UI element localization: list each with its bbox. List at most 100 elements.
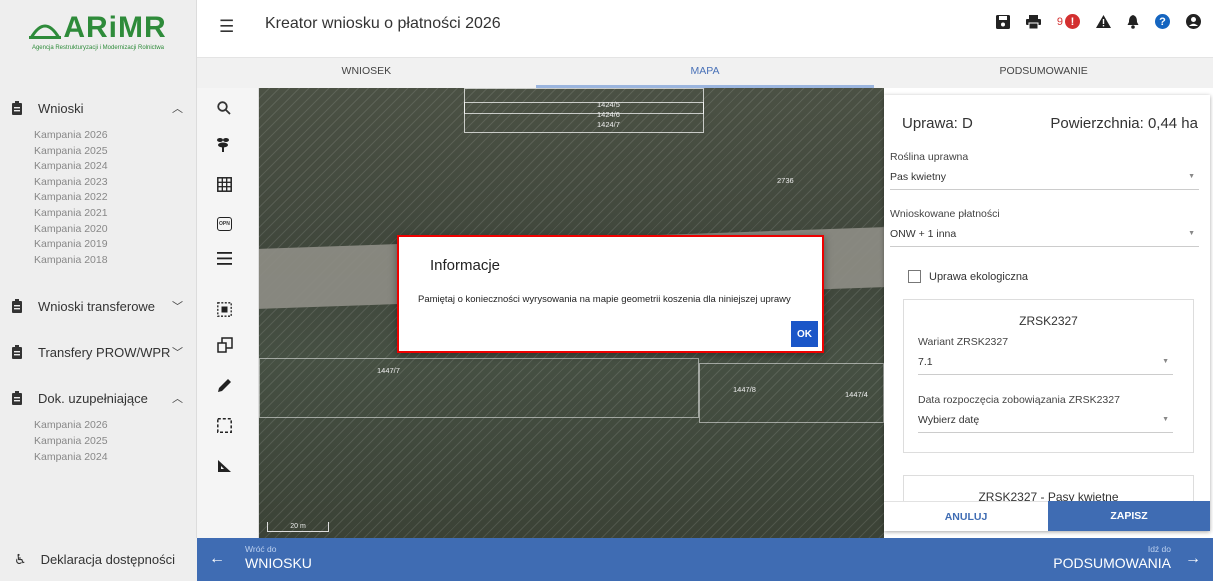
ruler-icon[interactable]	[197, 452, 259, 480]
map-parcel	[259, 358, 699, 418]
chevron-down-icon: ﹀	[172, 347, 183, 360]
data-field[interactable]: Data rozpoczęcia zobowiązania ZRSK2327 W…	[918, 394, 1173, 433]
dialog-title: Informacje	[430, 257, 501, 274]
sidebar-item-label: Transfery PROW/WPR	[38, 344, 171, 360]
bottom-nav: ← Wróć do WNIOSKU Idź do PODSUMOWANIA →	[197, 538, 1213, 581]
list-item[interactable]: Kampania 2022	[34, 190, 197, 206]
tab-mapa[interactable]: MAPA	[535, 58, 875, 88]
tab-wniosek[interactable]: WNIOSEK	[197, 58, 536, 88]
chevron-down-icon: ▼	[1162, 416, 1169, 423]
sidebar-item-label: Wnioski transferowe	[38, 298, 156, 314]
wariant-select[interactable]: 7.1 ▼	[918, 356, 1173, 375]
menu-icon[interactable]: ☰	[219, 17, 234, 37]
notification-counter[interactable]: 9 !	[1057, 14, 1080, 29]
parcel-label: 2736	[777, 176, 794, 185]
bell-icon[interactable]	[1127, 14, 1139, 29]
data-placeholder: Wybierz datę	[918, 414, 980, 426]
sidebar-item-wnioski[interactable]: Wnioski ︿	[0, 88, 197, 128]
user-icon[interactable]	[1186, 14, 1201, 29]
grid-icon[interactable]	[197, 170, 259, 198]
roslina-label: Roślina uprawna	[890, 151, 969, 163]
chevron-down-icon: ▼	[1188, 173, 1195, 180]
list-item[interactable]: Kampania 2026	[34, 128, 197, 144]
zrsk-card: ZRSK2327 Wariant ZRSK2327 7.1 ▼ Data roz…	[903, 299, 1194, 453]
list-icon[interactable]	[197, 244, 259, 272]
chevron-down-icon: ▼	[1162, 358, 1169, 365]
platnosci-select[interactable]: ONW + 1 inna ▼	[890, 228, 1199, 247]
wariant-value: 7.1	[918, 356, 933, 368]
platnosci-field[interactable]: Wnioskowane płatności ONW + 1 inna ▼	[890, 208, 1199, 247]
sidebar-item-deklaracja[interactable]: ♿ Deklaracja dostępności	[0, 538, 197, 581]
list-item[interactable]: Kampania 2020	[34, 222, 197, 238]
opn-icon[interactable]: OPN	[197, 210, 259, 238]
crop-panel: Uprawa: D Powierzchnia: 0,44 ha Roślina …	[884, 95, 1210, 531]
save-icon[interactable]	[995, 14, 1010, 29]
next-button[interactable]: Idź do PODSUMOWANIA	[1053, 544, 1171, 571]
sidebar-item-transfery[interactable]: Transfery PROW/WPR ﹀	[0, 332, 197, 372]
roslina-select[interactable]: Pas kwietny ▼	[890, 171, 1199, 190]
roslina-field[interactable]: Roślina uprawna Pas kwietny ▼	[890, 151, 1199, 190]
eko-checkbox[interactable]: Uprawa ekologiczna	[908, 270, 1028, 283]
crop-name: Uprawa: D	[902, 115, 973, 132]
tab-bar: WNIOSEK MAPA PODSUMOWANIE	[197, 58, 1213, 88]
platnosci-value: ONW + 1 inna	[890, 228, 957, 240]
list-item[interactable]: Kampania 2026	[34, 418, 197, 434]
save-button[interactable]: ZAPISZ	[1048, 501, 1210, 531]
list-item[interactable]: Kampania 2018	[34, 253, 197, 269]
parcel-label: 1447/7	[377, 366, 400, 375]
select-square-icon[interactable]	[197, 295, 259, 323]
plant-icon[interactable]	[197, 130, 259, 158]
print-icon[interactable]	[1025, 14, 1041, 29]
data-select[interactable]: Wybierz datę ▼	[918, 414, 1173, 433]
cancel-button[interactable]: ANULUJ	[884, 501, 1048, 531]
arrow-left-icon[interactable]: ←	[209, 550, 225, 568]
platnosci-label: Wnioskowane płatności	[890, 208, 1000, 220]
wariant-label: Wariant ZRSK2327	[918, 336, 1009, 348]
warning-icon[interactable]	[1096, 15, 1111, 28]
chevron-down-icon: ▼	[1188, 230, 1195, 237]
back-button[interactable]: Wróć do WNIOSKU	[245, 544, 312, 571]
list-item[interactable]: Kampania 2021	[34, 206, 197, 222]
pencil-icon[interactable]	[197, 371, 259, 399]
list-item[interactable]: Kampania 2019	[34, 237, 197, 253]
list-item[interactable]: Kampania 2025	[34, 434, 197, 450]
clipboard-icon	[10, 298, 24, 314]
page-title: Kreator wniosku o płatności 2026	[265, 15, 501, 32]
logo-arc-icon	[29, 24, 62, 39]
chevron-down-icon: ﹀	[172, 301, 183, 314]
parcel-label: 1424/5	[597, 100, 620, 109]
clipboard-icon	[10, 100, 24, 116]
accessibility-icon: ♿	[14, 551, 27, 567]
list-item[interactable]: Kampania 2024	[34, 450, 197, 466]
header-actions: 9 ! ?	[995, 14, 1201, 29]
sidebar-item-transferowe[interactable]: Wnioski transferowe ﹀	[0, 286, 197, 326]
list-item[interactable]: Kampania 2024	[34, 159, 197, 175]
map-toolbar: OPN	[197, 88, 259, 538]
logo-text: ARiMR	[63, 10, 167, 44]
sidebar-item-dok[interactable]: Dok. uzupełniające ︿	[0, 378, 197, 418]
ok-button[interactable]: OK	[791, 321, 818, 347]
dashed-rect-icon[interactable]	[197, 411, 259, 439]
eko-label: Uprawa ekologiczna	[929, 270, 1029, 283]
help-icon[interactable]: ?	[1155, 14, 1170, 29]
info-dialog: Informacje Pamiętaj o konieczności wyrys…	[397, 235, 824, 353]
data-label: Data rozpoczęcia zobowiązania ZRSK2327	[918, 394, 1120, 406]
arimr-logo[interactable]: ARiMR Agencja Restrukturyzacji i Moderni…	[0, 0, 196, 58]
top-bar: ☰ Kreator wniosku o płatności 2026 9 ! ?	[197, 0, 1213, 58]
tab-podsumowanie[interactable]: PODSUMOWANIE	[874, 58, 1213, 88]
back-big: WNIOSKU	[245, 555, 312, 571]
parcel-label: 1447/8	[733, 385, 756, 394]
roslina-value: Pas kwietny	[890, 171, 947, 183]
arrow-right-icon[interactable]: →	[1185, 550, 1201, 568]
crop-area: Powierzchnia: 0,44 ha	[1050, 115, 1198, 132]
sidebar-nav: Wnioski ︿ Kampania 2026 Kampania 2025 Ka…	[0, 88, 197, 465]
list-item[interactable]: Kampania 2025	[34, 144, 197, 160]
list-item[interactable]: Kampania 2023	[34, 175, 197, 191]
checkbox-icon[interactable]	[908, 270, 921, 283]
copy-shape-icon[interactable]	[197, 331, 259, 359]
sidebar: ARiMR Agencja Restrukturyzacji i Moderni…	[0, 0, 197, 581]
wariant-field[interactable]: Wariant ZRSK2327 7.1 ▼	[918, 336, 1173, 375]
dok-list: Kampania 2026 Kampania 2025 Kampania 202…	[0, 418, 197, 465]
sidebar-item-label: Dok. uzupełniające	[38, 390, 148, 406]
search-icon[interactable]	[197, 94, 259, 122]
